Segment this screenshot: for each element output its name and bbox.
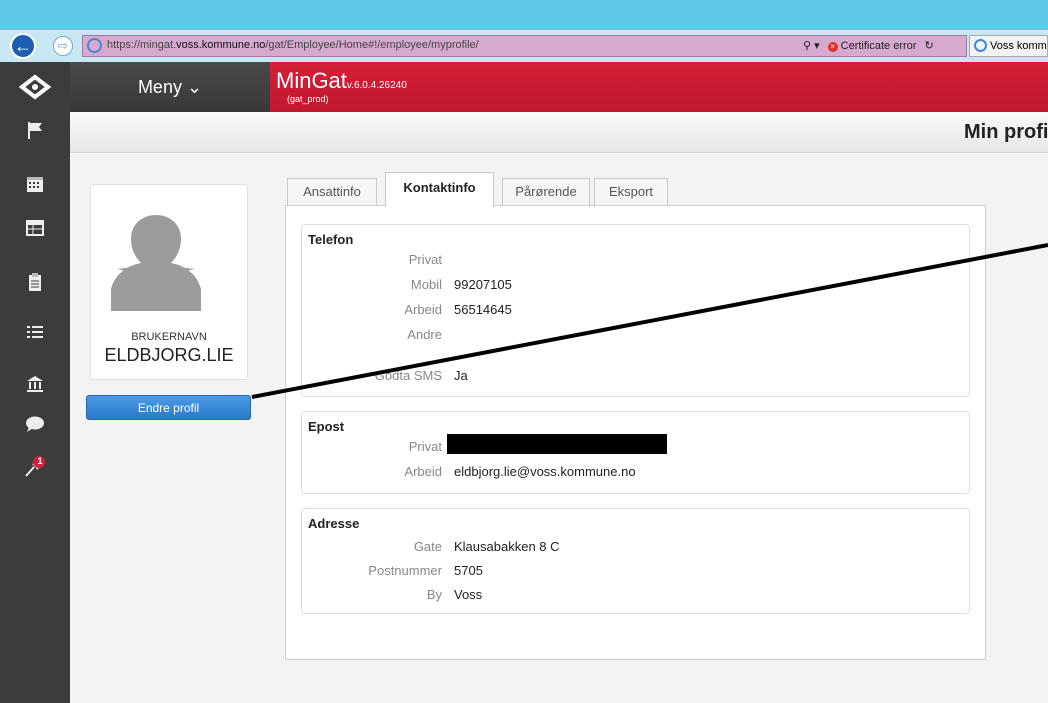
annotation-line xyxy=(251,243,1048,399)
tab-kontaktinfo[interactable]: Kontaktinfo xyxy=(385,172,494,207)
